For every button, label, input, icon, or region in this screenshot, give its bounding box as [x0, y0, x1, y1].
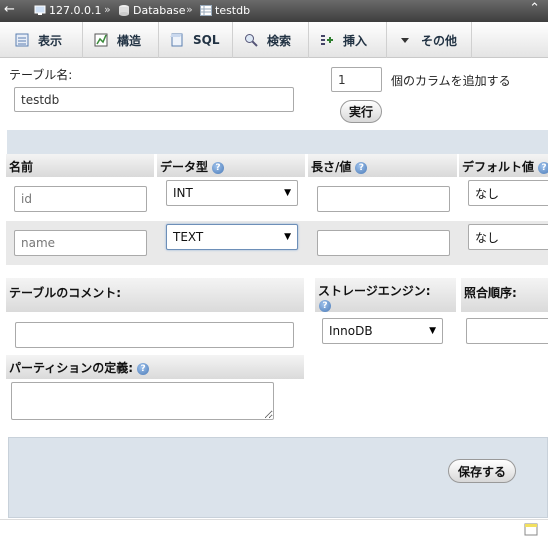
dropdown-caret-icon: ▼: [429, 326, 436, 336]
tab-more-label: その他: [421, 33, 458, 48]
breadcrumb-table-label: testdb: [215, 4, 251, 17]
table-comment-label: テーブルのコメント:: [9, 286, 122, 300]
column-name-input[interactable]: [14, 186, 147, 212]
column-type-select[interactable]: INT ▼: [166, 180, 298, 206]
tab-search[interactable]: 検索: [233, 22, 309, 58]
tab-more[interactable]: その他: [387, 22, 472, 58]
column-default-select[interactable]: なし: [468, 180, 548, 206]
storage-engine-header: ストレージエンジン:?: [315, 278, 456, 312]
breadcrumb-separator: »: [104, 3, 111, 16]
column-header-type: データ型?: [157, 154, 305, 177]
column-type-select[interactable]: TEXT ▼: [166, 224, 298, 250]
tab-browse[interactable]: 表示: [4, 22, 83, 58]
storage-engine-label: ストレージエンジン:: [318, 284, 431, 298]
table-name-label: テーブル名:: [9, 68, 73, 82]
column-header-length: 長さ/値?: [308, 154, 457, 177]
server-icon: [34, 5, 46, 15]
breadcrumb-server-label: 127.0.0.1: [49, 4, 102, 17]
tab-search-label: 検索: [267, 33, 292, 48]
collation-label: 照合順序:: [464, 286, 517, 300]
back-arrow-icon[interactable]: ←: [4, 2, 15, 17]
tab-sql-label: SQL: [193, 33, 220, 47]
table-comment-input[interactable]: [15, 322, 294, 348]
add-columns-count-input[interactable]: [331, 67, 382, 92]
help-icon[interactable]: ?: [137, 362, 150, 375]
search-icon: [245, 34, 258, 47]
structure-icon: [94, 33, 108, 47]
column-header-length-label: 長さ/値: [311, 160, 352, 174]
table-icon: [200, 5, 212, 16]
browse-icon: [15, 33, 29, 47]
save-button[interactable]: 保存する: [448, 459, 516, 483]
execute-button[interactable]: 実行: [340, 100, 382, 123]
column-default-select[interactable]: なし: [468, 224, 548, 250]
column-default-value: なし: [475, 230, 500, 245]
tab-structure-label: 構造: [117, 33, 142, 48]
header-band: [7, 130, 548, 154]
partition-label: パーティションの定義:: [9, 361, 134, 375]
column-name-input[interactable]: [14, 230, 147, 256]
breadcrumb-separator: »: [186, 3, 193, 16]
column-header-name: 名前: [6, 154, 154, 177]
sql-icon: [170, 33, 183, 47]
table-name-input[interactable]: [14, 87, 294, 112]
column-default-value: なし: [475, 186, 500, 201]
add-columns-label: 個のカラムを追加する: [391, 74, 511, 88]
breadcrumb-database[interactable]: Database: [118, 4, 186, 17]
column-length-input[interactable]: [317, 230, 450, 256]
breadcrumb-server[interactable]: 127.0.0.1: [34, 4, 101, 17]
breadcrumb-database-label: Database: [133, 4, 186, 17]
chevron-down-icon: [401, 38, 409, 43]
column-header-name-label: 名前: [9, 160, 34, 174]
dropdown-caret-icon: ▼: [284, 232, 291, 242]
dropdown-caret-icon: ▼: [284, 188, 291, 198]
divider: [0, 519, 548, 520]
column-type-value: INT: [173, 186, 193, 200]
column-header-type-label: データ型: [160, 160, 209, 174]
collapse-icon[interactable]: ⌃: [529, 1, 540, 16]
breadcrumb: ← 127.0.0.1 » Database » testdb ⌃: [0, 0, 548, 22]
collation-header: 照合順序:: [461, 278, 548, 312]
tab-sql[interactable]: SQL: [159, 22, 233, 58]
tab-structure[interactable]: 構造: [83, 22, 159, 58]
partition-textarea[interactable]: [11, 382, 274, 420]
storage-engine-select[interactable]: InnoDB ▼: [322, 318, 443, 344]
column-length-input[interactable]: [317, 186, 450, 212]
storage-engine-value: InnoDB: [329, 324, 373, 338]
help-icon[interactable]: ?: [538, 161, 548, 174]
tab-bar: 表示 構造 SQL 検索 挿入 その他: [0, 22, 548, 58]
breadcrumb-table[interactable]: testdb: [200, 4, 250, 17]
column-type-value: TEXT: [173, 230, 204, 244]
column-header-default-label: デフォルト値: [462, 160, 535, 174]
collation-input[interactable]: [466, 318, 548, 344]
partition-header: パーティションの定義:?: [6, 355, 304, 379]
help-icon[interactable]: ?: [355, 161, 368, 174]
tab-browse-label: 表示: [38, 33, 63, 48]
help-icon[interactable]: ?: [212, 161, 225, 174]
help-icon[interactable]: ?: [319, 299, 331, 312]
column-header-default: デフォルト値?: [459, 154, 548, 177]
database-icon: [119, 5, 129, 16]
console-icon[interactable]: [524, 522, 538, 536]
table-comment-header: テーブルのコメント:: [6, 278, 304, 312]
tab-insert-label: 挿入: [343, 33, 368, 48]
insert-icon: [321, 35, 333, 45]
tab-insert[interactable]: 挿入: [309, 22, 387, 58]
